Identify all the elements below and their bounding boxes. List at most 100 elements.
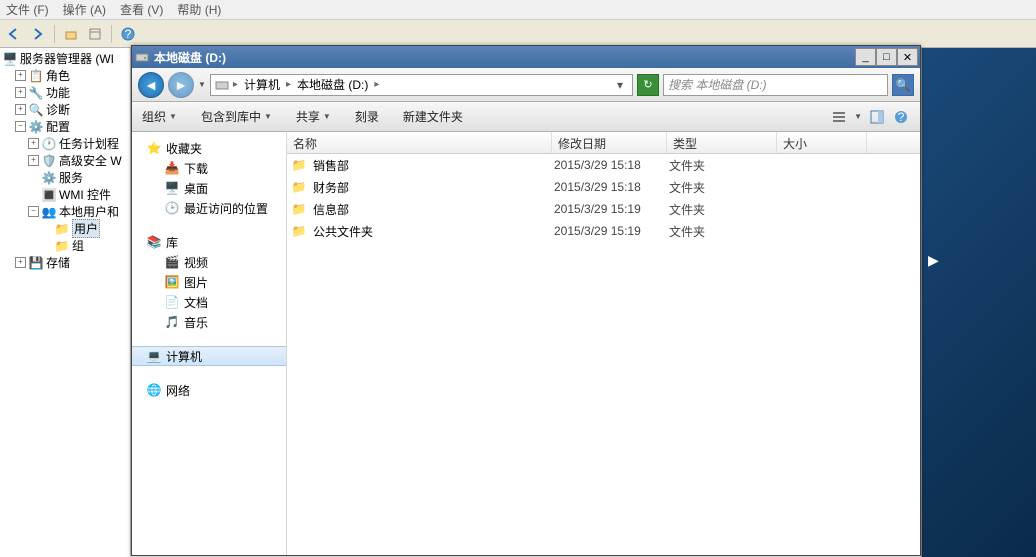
file-type: 文件夹: [669, 201, 779, 218]
file-list[interactable]: 名称 修改日期 类型 大小 📁销售部2015/3/29 15:18文件夹📁财务部…: [287, 132, 920, 555]
help-button[interactable]: ?: [118, 24, 138, 44]
forward-button[interactable]: [28, 24, 48, 44]
col-name[interactable]: 名称: [287, 132, 552, 153]
tree-advsec[interactable]: +🛡️高级安全 W: [0, 152, 130, 169]
collapse-icon[interactable]: −: [28, 206, 39, 217]
show-hide-button[interactable]: [85, 24, 105, 44]
expand-icon[interactable]: +: [15, 87, 26, 98]
view-options-button[interactable]: [830, 108, 848, 126]
file-date: 2015/3/29 15:19: [554, 224, 669, 238]
menu-view[interactable]: 查看 (V): [120, 1, 163, 18]
col-size[interactable]: 大小: [777, 132, 867, 153]
chevron-down-icon: ▼: [169, 112, 177, 121]
collapse-icon[interactable]: −: [15, 121, 26, 132]
nav-music[interactable]: 🎵音乐: [132, 312, 286, 332]
chevron-right-icon[interactable]: ▸: [374, 79, 379, 90]
share-menu[interactable]: 共享▼: [296, 108, 331, 125]
expand-icon[interactable]: +: [15, 257, 26, 268]
drive-icon: [215, 78, 229, 92]
wmi-icon: 🔳: [41, 187, 57, 203]
menu-file[interactable]: 文件 (F): [6, 1, 49, 18]
tree-groups[interactable]: 📁组: [0, 237, 130, 254]
nav-computer[interactable]: 💻计算机: [132, 346, 286, 366]
tree-services[interactable]: ⚙️服务: [0, 169, 130, 186]
tree-tasksched[interactable]: +🕐任务计划程: [0, 135, 130, 152]
nav-favorites[interactable]: ⭐收藏夹: [132, 138, 286, 158]
minimize-button[interactable]: _: [855, 48, 876, 66]
crumb-computer[interactable]: 计算机: [242, 76, 282, 93]
nav-network[interactable]: 🌐网络: [132, 380, 286, 400]
nav-back-button[interactable]: ◄: [138, 72, 164, 98]
preview-pane-button[interactable]: [868, 108, 886, 126]
tree-roles[interactable]: +📋角色: [0, 67, 130, 84]
tree-wmi[interactable]: 🔳WMI 控件: [0, 186, 130, 203]
crumb-drive[interactable]: 本地磁盘 (D:): [295, 76, 370, 93]
column-headers[interactable]: 名称 修改日期 类型 大小: [287, 132, 920, 154]
video-icon: 🎬: [164, 254, 180, 270]
col-type[interactable]: 类型: [667, 132, 777, 153]
tree-users[interactable]: 📁用户: [0, 220, 130, 237]
tree-localusers[interactable]: −👥本地用户和: [0, 203, 130, 220]
close-button[interactable]: ✕: [897, 48, 918, 66]
nav-videos[interactable]: 🎬视频: [132, 252, 286, 272]
nav-libraries[interactable]: 📚库: [132, 232, 286, 252]
expand-chevron-icon[interactable]: ▶: [928, 252, 939, 269]
tree-diagnostics[interactable]: +🔍诊断: [0, 101, 130, 118]
chevron-right-icon[interactable]: ▸: [233, 79, 238, 90]
storage-icon: 💾: [28, 255, 44, 271]
expand-icon[interactable]: +: [28, 138, 39, 149]
recent-icon: 🕒: [164, 200, 180, 216]
maximize-button[interactable]: □: [876, 48, 897, 66]
menu-help[interactable]: 帮助 (H): [177, 1, 221, 18]
file-row[interactable]: 📁公共文件夹2015/3/29 15:19文件夹: [287, 220, 920, 242]
address-dropdown[interactable]: ▾: [612, 78, 628, 92]
chevron-right-icon[interactable]: ▸: [286, 79, 291, 90]
file-row[interactable]: 📁信息部2015/3/29 15:19文件夹: [287, 198, 920, 220]
clock-icon: 🕐: [41, 136, 57, 152]
chevron-down-icon[interactable]: ▼: [854, 112, 862, 121]
server-manager-tree[interactable]: 🖥️服务器管理器 (WI +📋角色 +🔧功能 +🔍诊断 −⚙️配置 +🕐任务计划…: [0, 48, 131, 557]
search-input[interactable]: 搜索 本地磁盘 (D:): [663, 74, 888, 96]
chevron-down-icon: ▼: [264, 112, 272, 121]
back-button[interactable]: [4, 24, 24, 44]
file-row[interactable]: 📁财务部2015/3/29 15:18文件夹: [287, 176, 920, 198]
up-button[interactable]: [61, 24, 81, 44]
navigation-pane[interactable]: ⭐收藏夹 📥下载 🖥️桌面 🕒最近访问的位置 📚库 🎬视频 🖼️图片 📄文档 🎵…: [132, 132, 287, 555]
folder-icon: 📁: [291, 201, 307, 217]
nav-documents[interactable]: 📄文档: [132, 292, 286, 312]
expand-icon[interactable]: +: [15, 104, 26, 115]
burn-button[interactable]: 刻录: [355, 108, 379, 125]
file-row[interactable]: 📁销售部2015/3/29 15:18文件夹: [287, 154, 920, 176]
nav-forward-button[interactable]: ►: [168, 72, 194, 98]
tree-features[interactable]: +🔧功能: [0, 84, 130, 101]
refresh-button[interactable]: ↻: [637, 74, 659, 96]
tree-config[interactable]: −⚙️配置: [0, 118, 130, 135]
title-bar[interactable]: 本地磁盘 (D:) _ □ ✕: [132, 46, 920, 68]
nav-pictures[interactable]: 🖼️图片: [132, 272, 286, 292]
folder-icon: 📁: [291, 157, 307, 173]
toolbar-divider: [111, 25, 112, 43]
menu-action[interactable]: 操作 (A): [63, 1, 106, 18]
nav-desktop[interactable]: 🖥️桌面: [132, 178, 286, 198]
expand-icon[interactable]: +: [28, 155, 39, 166]
search-button[interactable]: 🔍: [892, 74, 914, 96]
tree-storage[interactable]: +💾存储: [0, 254, 130, 271]
col-date[interactable]: 修改日期: [552, 132, 667, 153]
star-icon: ⭐: [146, 140, 162, 156]
window-title: 本地磁盘 (D:): [154, 49, 855, 66]
breadcrumb-bar[interactable]: ▸ 计算机 ▸ 本地磁盘 (D:) ▸ ▾: [210, 74, 633, 96]
expand-icon[interactable]: +: [15, 70, 26, 81]
folder-icon: 📁: [54, 238, 70, 254]
chevron-down-icon: ▼: [323, 112, 331, 121]
help-icon[interactable]: ?: [892, 108, 910, 126]
new-folder-button[interactable]: 新建文件夹: [403, 108, 463, 125]
documents-icon: 📄: [164, 294, 180, 310]
nav-recent[interactable]: 🕒最近访问的位置: [132, 198, 286, 218]
nav-history-dropdown[interactable]: ▼: [198, 80, 206, 89]
include-menu[interactable]: 包含到库中▼: [201, 108, 272, 125]
address-bar: ◄ ► ▼ ▸ 计算机 ▸ 本地磁盘 (D:) ▸ ▾ ↻ 搜索 本地磁盘 (D…: [132, 68, 920, 102]
tree-root[interactable]: 🖥️服务器管理器 (WI: [0, 50, 130, 67]
nav-downloads[interactable]: 📥下载: [132, 158, 286, 178]
organize-menu[interactable]: 组织▼: [142, 108, 177, 125]
svg-text:?: ?: [898, 110, 905, 124]
